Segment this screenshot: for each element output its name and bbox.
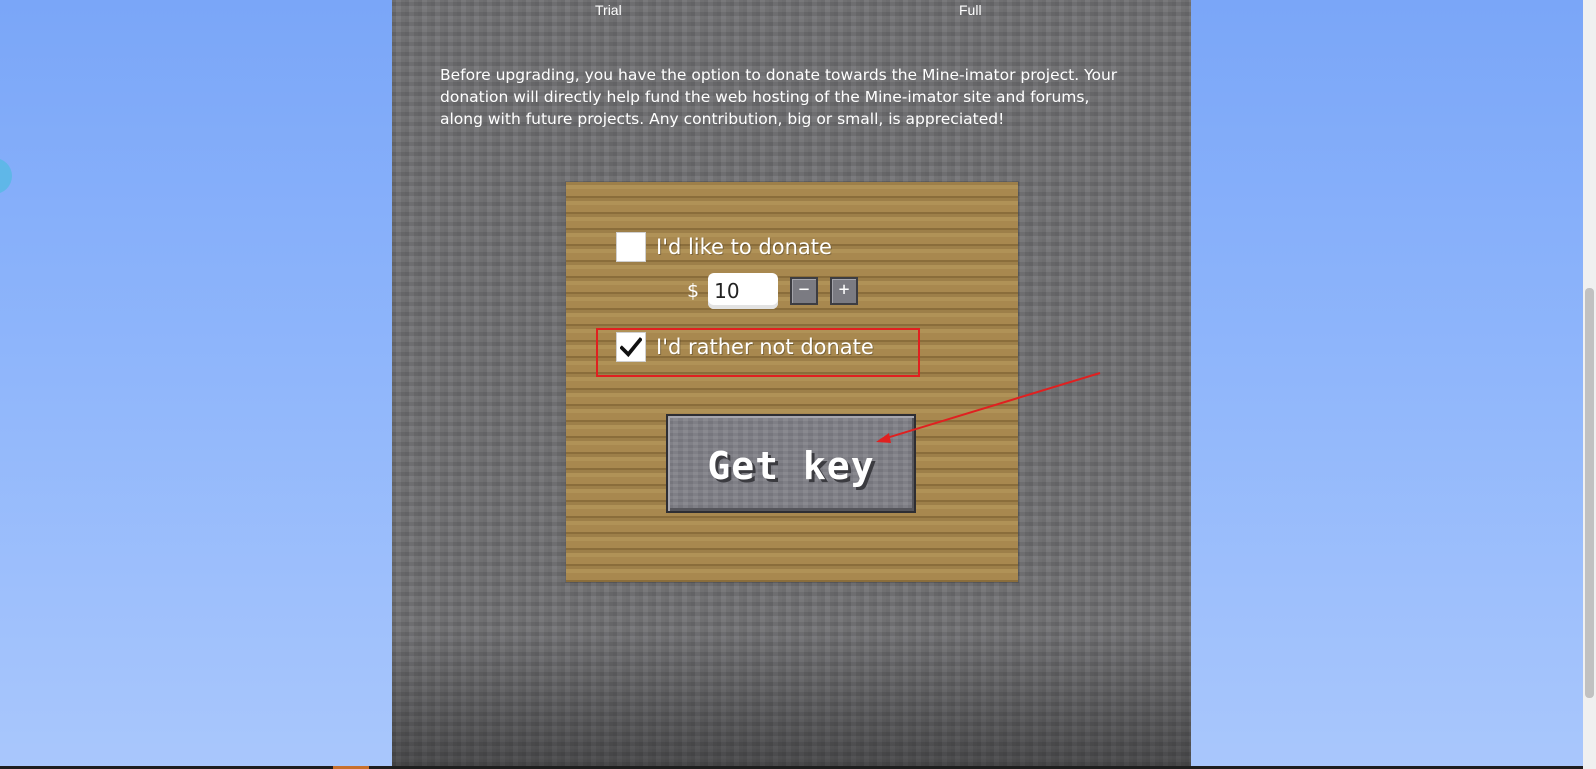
increment-button[interactable]: + — [830, 277, 859, 305]
donation-amount-row: $ − + — [687, 273, 859, 309]
side-tab[interactable] — [0, 158, 12, 194]
no-donate-checkbox[interactable] — [616, 332, 646, 362]
donation-intro-text: Before upgrading, you have the option to… — [440, 66, 1118, 128]
no-donate-option[interactable]: I'd rather not donate — [616, 332, 874, 362]
currency-symbol: $ — [687, 280, 700, 302]
donation-panel: I'd like to donate $ − + I'd rather not … — [566, 182, 1018, 582]
tier-trial-label[interactable]: Trial — [595, 2, 622, 18]
donate-checkbox[interactable] — [616, 232, 646, 262]
tier-full-label[interactable]: Full — [959, 2, 982, 18]
scrollbar[interactable] — [1583, 0, 1596, 769]
no-donate-option-label[interactable]: I'd rather not donate — [656, 335, 874, 359]
get-key-button[interactable]: Get key — [666, 414, 916, 513]
donate-option-label[interactable]: I'd like to donate — [656, 235, 832, 259]
scrollbar-thumb[interactable] — [1585, 288, 1594, 698]
donate-option[interactable]: I'd like to donate — [616, 232, 832, 262]
get-key-label: Get key — [707, 443, 875, 488]
decrement-button[interactable]: − — [790, 277, 819, 305]
main-content: Trial Full Before upgrading, you have th… — [392, 0, 1191, 769]
checkmark-icon — [620, 337, 642, 358]
donation-amount-input[interactable] — [708, 273, 779, 309]
